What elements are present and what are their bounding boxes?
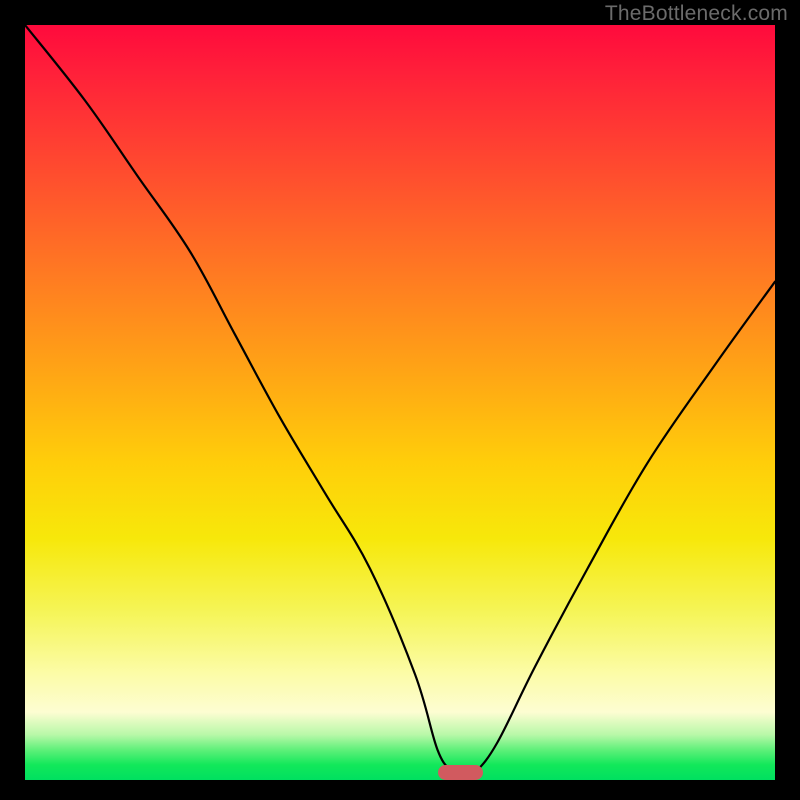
- chart-frame: TheBottleneck.com: [0, 0, 800, 800]
- plot-area: [25, 25, 775, 780]
- watermark-text: TheBottleneck.com: [605, 2, 788, 26]
- background-gradient: [25, 25, 775, 780]
- optimum-marker: [438, 765, 483, 780]
